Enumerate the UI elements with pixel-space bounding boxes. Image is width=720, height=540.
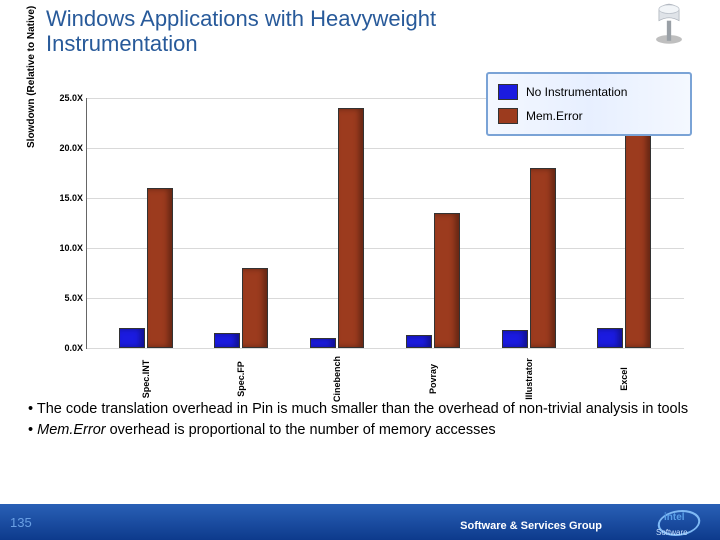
y-tick-label: 0.0X: [45, 343, 83, 353]
y-tick-label: 20.0X: [45, 143, 83, 153]
legend-swatch-brown: [498, 108, 518, 124]
bar-mem-error: [625, 108, 651, 348]
footer-group-label: Software & Services Group: [460, 520, 602, 532]
bar-mem-error: [147, 188, 173, 348]
slide-title: Windows Applications with Heavyweight In…: [46, 6, 546, 57]
slide-root: Windows Applications with Heavyweight In…: [0, 0, 720, 540]
legend-item-no-instrumentation: No Instrumentation: [496, 80, 682, 104]
y-axis-label: Slowdown (Relative to Native): [26, 6, 37, 148]
legend-label: No Instrumentation: [526, 85, 627, 99]
bar-mem-error: [530, 168, 556, 348]
y-tick-label: 25.0X: [45, 93, 83, 103]
legend-item-mem-error: Mem.Error: [496, 104, 682, 128]
legend-label: Mem.Error: [526, 109, 583, 123]
x-axis-labels: Spec.INTSpec.FPCinebenchPovrayIllustrato…: [86, 350, 684, 384]
bar-mem-error: [338, 108, 364, 348]
y-tick-label: 5.0X: [45, 293, 83, 303]
y-tick-label: 10.0X: [45, 243, 83, 253]
y-tick-label: 15.0X: [45, 193, 83, 203]
legend-swatch-blue: [498, 84, 518, 100]
gridline: [87, 298, 684, 299]
gridline: [87, 198, 684, 199]
bar-mem-error: [242, 268, 268, 348]
chart-legend: No Instrumentation Mem.Error: [486, 72, 692, 136]
bullet-item: • Mem.Error overhead is proportional to …: [28, 421, 698, 440]
bar-mem-error: [434, 213, 460, 348]
gridline: [87, 248, 684, 249]
footer-bar: Software & Services Group intel Software: [0, 504, 720, 540]
intel-logo: intel Software: [650, 508, 710, 538]
gridline: [87, 148, 684, 149]
page-number: 135: [10, 515, 32, 530]
bullet-list: • The code translation overhead in Pin i…: [28, 400, 698, 442]
bullet-item: • The code translation overhead in Pin i…: [28, 400, 698, 419]
gridline: [87, 348, 684, 349]
pushpin-icon: [646, 2, 692, 48]
